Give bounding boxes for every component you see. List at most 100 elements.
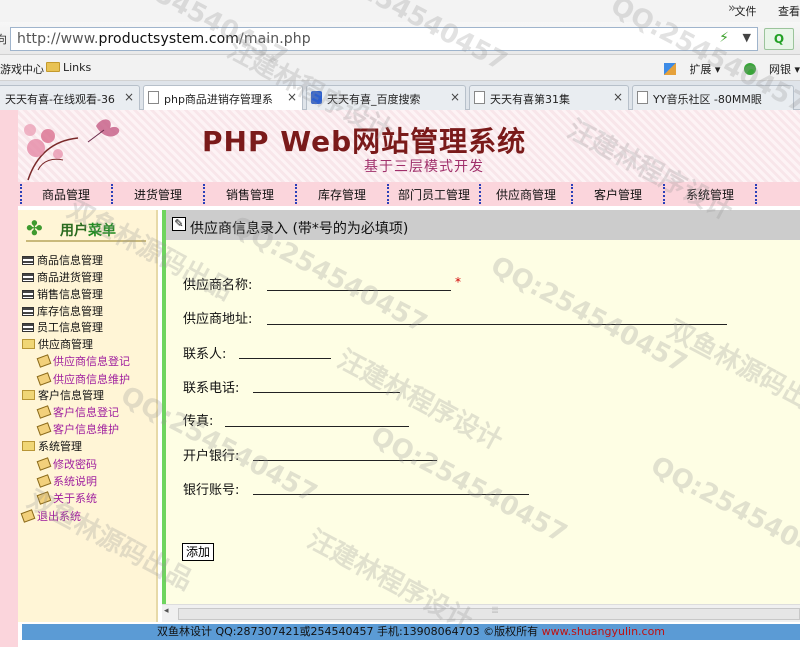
nav-separator — [20, 184, 22, 204]
nav-item-staff[interactable]: 部门员工管理 — [398, 186, 470, 203]
nav-item-system[interactable]: 系统管理 — [686, 186, 734, 203]
list-icon — [22, 273, 34, 282]
scroll-grip-icon: ⦙⦙⦙ — [492, 606, 499, 616]
footer-link[interactable]: www.shuangyulin.com — [542, 625, 665, 638]
user-menu-sidebar: ✤ 用户菜单 商品信息管理 商品进货管理 销售信息管理 库存信息管理 员工信息管… — [18, 210, 158, 622]
speed-mode-icon[interactable]: ⚡ — [719, 30, 729, 46]
nav-item-inventory[interactable]: 库存管理 — [318, 186, 366, 203]
folder-icon — [22, 339, 35, 349]
clover-icon: ✤ — [26, 216, 43, 240]
menu-logout[interactable]: 退出系统 — [20, 508, 81, 524]
form-header: ✎ 供应商信息录入 (带*号的为必填项) — [162, 210, 800, 240]
menu-product-purchase[interactable]: 商品进货管理 — [22, 269, 103, 285]
required-mark: * — [455, 275, 461, 289]
supplier-form: 供应商名称: * 供应商地址: 联系人: 联系电话: 传真: 开户银行: 银行账… — [162, 240, 800, 622]
close-icon[interactable]: × — [287, 90, 297, 104]
edit-icon: ✎ — [172, 217, 186, 231]
tab-1[interactable]: php商品进销存管理系 × — [143, 85, 303, 111]
menu-customer-maintain[interactable]: 客户信息维护 — [36, 421, 119, 437]
favorite-links[interactable]: Links — [46, 61, 91, 74]
address-bar: 向 http://www.productsystem.com/main.php … — [0, 22, 800, 55]
menu-supplier-register[interactable]: 供应商信息登记 — [36, 353, 130, 369]
input-fax[interactable] — [225, 426, 409, 427]
nav-item-sales[interactable]: 销售管理 — [226, 186, 274, 203]
browser-menu-bar: » 文件 查看 — [0, 0, 800, 22]
tab-4[interactable]: YY音乐社区 -80MM眼 — [632, 85, 794, 110]
nav-separator — [479, 184, 481, 204]
site-header: PHP Web网站管理系统 基于三层模式开发 — [18, 110, 800, 182]
netbank-icon — [743, 63, 756, 75]
nav-separator — [295, 184, 297, 204]
list-icon — [22, 290, 34, 299]
extensions-button[interactable]: 扩展 ▾ — [654, 63, 720, 76]
close-icon[interactable]: × — [450, 90, 460, 104]
close-icon[interactable]: × — [613, 90, 623, 104]
input-supplier-address[interactable] — [267, 324, 727, 325]
content-panel: ✎ 供应商信息录入 (带*号的为必填项) 供应商名称: * 供应商地址: 联系人… — [162, 210, 800, 622]
book-icon — [36, 474, 52, 488]
label-supplier-address: 供应商地址: — [183, 312, 253, 327]
tab-0[interactable]: 天天有喜-在线观看-36 × — [0, 85, 140, 110]
nav-separator — [387, 184, 389, 204]
baidu-paw-icon — [311, 91, 322, 104]
input-bank[interactable] — [253, 460, 437, 461]
input-contact[interactable] — [239, 358, 331, 359]
url-path: /main.php — [239, 31, 311, 47]
list-icon — [22, 256, 34, 265]
form-title: 供应商信息录入 (带*号的为必填项) — [190, 221, 409, 237]
nav-item-products[interactable]: 商品管理 — [42, 186, 90, 203]
menu-about[interactable]: 关于系统 — [36, 490, 97, 506]
menu-customer-folder[interactable]: 客户信息管理 — [22, 387, 104, 403]
menu-change-password[interactable]: 修改密码 — [36, 456, 97, 472]
page-icon — [148, 91, 159, 104]
menu-customer-register[interactable]: 客户信息登记 — [36, 404, 119, 420]
favorites-bar: 游戏中心 Links 扩展 ▾ 网银 ▾ — [0, 55, 800, 81]
menu-supplier-maintain[interactable]: 供应商信息维护 — [36, 371, 130, 387]
book-icon — [36, 457, 52, 471]
menu-system-help[interactable]: 系统说明 — [36, 473, 97, 489]
list-icon — [22, 307, 34, 316]
folder-icon — [46, 62, 60, 72]
menu-file[interactable]: 文件 — [735, 5, 757, 18]
menu-system-folder[interactable]: 系统管理 — [22, 438, 82, 454]
input-supplier-name[interactable] — [267, 290, 451, 291]
menu-view[interactable]: 查看 — [778, 5, 800, 18]
scroll-thumb[interactable] — [178, 608, 800, 620]
horizontal-scrollbar[interactable]: ◂ ⦙⦙⦙ — [162, 604, 800, 622]
nav-item-customers[interactable]: 客户管理 — [594, 186, 642, 203]
input-phone[interactable] — [253, 392, 400, 393]
back-label[interactable]: 向 — [0, 31, 7, 47]
menu-inventory-info[interactable]: 库存信息管理 — [22, 303, 103, 319]
page-icon — [474, 91, 485, 104]
label-bank-account: 银行账号: — [183, 483, 240, 498]
search-button[interactable]: Q — [764, 28, 794, 50]
tab-2[interactable]: 天天有喜_百度搜索 × — [306, 85, 466, 110]
menu-product-info[interactable]: 商品信息管理 — [22, 252, 103, 268]
add-button[interactable]: 添加 — [182, 543, 214, 561]
nav-separator — [203, 184, 205, 204]
main-nav: 商品管理 进货管理 销售管理 库存管理 部门员工管理 供应商管理 客户管理 系统… — [18, 182, 800, 206]
url-input[interactable]: http://www.productsystem.com/main.php ⚡ … — [10, 27, 758, 51]
book-icon — [36, 405, 52, 419]
menu-supplier-folder[interactable]: 供应商管理 — [22, 336, 93, 352]
favorite-game-center[interactable]: 游戏中心 — [0, 61, 44, 77]
sidebar-divider — [26, 240, 146, 242]
menu-sales-info[interactable]: 销售信息管理 — [22, 286, 103, 302]
book-icon — [36, 372, 52, 386]
tab-3[interactable]: 天天有喜第31集 × — [469, 85, 629, 110]
nav-item-suppliers[interactable]: 供应商管理 — [496, 186, 556, 203]
scroll-left-icon[interactable]: ◂ — [164, 606, 169, 616]
label-phone: 联系电话: — [183, 381, 240, 396]
label-bank: 开户银行: — [183, 449, 240, 464]
input-bank-account[interactable] — [253, 494, 529, 495]
left-pink-strip — [0, 110, 18, 647]
menu-employee-info[interactable]: 员工信息管理 — [22, 319, 103, 335]
close-icon[interactable]: × — [124, 90, 134, 104]
label-fax: 传真: — [183, 414, 214, 429]
chevron-down-icon[interactable]: ▼ — [743, 31, 751, 44]
netbank-button[interactable]: 网银 ▾ — [734, 63, 800, 76]
url-domain: productsystem.com — [98, 31, 240, 47]
footer-text: 双鱼林设计 QQ:287307421或254540457 手机:13908064… — [156, 625, 542, 638]
tab-bar: 天天有喜-在线观看-36 × php商品进销存管理系 × 天天有喜_百度搜索 ×… — [0, 81, 800, 111]
nav-item-purchasing[interactable]: 进货管理 — [134, 186, 182, 203]
